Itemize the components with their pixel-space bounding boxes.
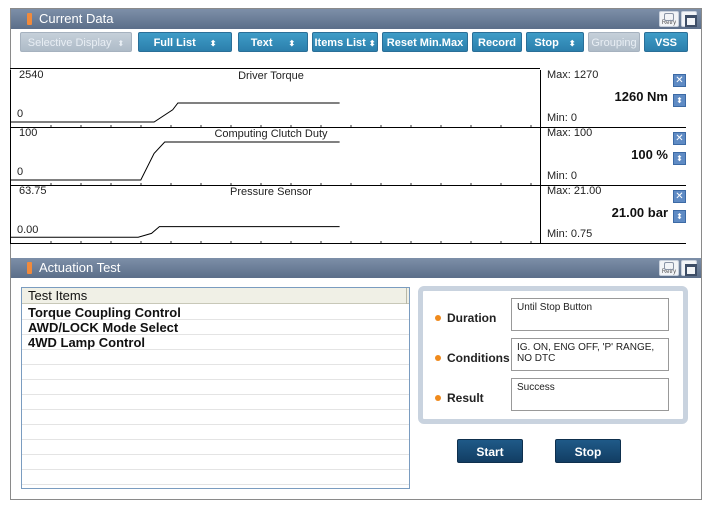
orange-dot-icon <box>435 394 441 401</box>
empty-list-row <box>22 410 409 425</box>
stop-button[interactable]: Stop <box>555 439 621 463</box>
updown-icon: ⬍ <box>288 39 296 48</box>
graph-name: Computing Clutch Duty <box>214 128 328 140</box>
list-item[interactable]: AWD/LOCK Mode Select <box>22 320 409 335</box>
graph-stats: Max: 21.00 21.00 bar Min: 0.75 ✕ ⬍ <box>540 185 686 244</box>
reset-min-max-button[interactable]: Reset Min.Max <box>382 32 468 52</box>
empty-list-row <box>22 350 409 365</box>
updown-icon: ⬍ <box>368 39 376 48</box>
empty-list-row <box>22 455 409 470</box>
list-item[interactable]: 4WD Lamp Control <box>22 335 409 350</box>
graph-trace-line <box>11 102 340 123</box>
restore-window-icon[interactable] <box>681 260 697 276</box>
graph-pressure-sensor: 63.75 0.00 Pressure Sensor Max: 21.00 21… <box>10 185 686 244</box>
full-list-dropdown[interactable]: Full List ⬍ <box>138 32 232 52</box>
test-detail-panel: Duration Until Stop Button Conditions IG… <box>418 286 688 424</box>
conditions-label: Conditions <box>435 351 510 365</box>
graph-axis-min: 0.00 <box>17 224 39 236</box>
graph-trace-line <box>11 226 340 238</box>
graph-max-value: Max: 1270 <box>547 69 599 81</box>
empty-list-row <box>22 395 409 410</box>
graph-current-value: 100 % <box>631 147 668 162</box>
actuation-test-title: Actuation Test <box>39 260 121 275</box>
graph-name: Pressure Sensor <box>230 186 312 198</box>
current-data-graphs: 2540 0 Driver Torque Max: 1270 1260 Nm M… <box>10 68 686 256</box>
empty-list-row <box>22 425 409 440</box>
start-button[interactable]: Start <box>457 439 523 463</box>
current-data-titlebar: Current Data Retry <box>11 9 701 29</box>
updown-icon: ⬍ <box>117 39 125 48</box>
graph-trace-line <box>11 141 340 181</box>
graph-axis-min: 0 <box>17 166 24 178</box>
graph-driver-torque: 2540 0 Driver Torque Max: 1270 1260 Nm M… <box>10 68 686 128</box>
current-data-title: Current Data <box>39 11 114 26</box>
test-items-header: Test Items <box>22 288 409 304</box>
grouping-button[interactable]: Grouping <box>588 32 640 52</box>
close-icon[interactable]: ✕ <box>673 132 686 145</box>
graph-max-value: Max: 100 <box>547 127 593 139</box>
empty-list-row <box>22 380 409 395</box>
section-marker-icon <box>27 13 32 25</box>
test-items-list: Test Items Torque Coupling Control AWD/LO… <box>21 287 410 489</box>
graph-current-value: 21.00 bar <box>611 205 668 220</box>
graph-plot-area: 2540 0 Driver Torque <box>10 69 540 128</box>
graph-plot-area: 63.75 0.00 Pressure Sensor <box>10 185 540 244</box>
section-marker-icon <box>27 262 32 274</box>
empty-list-row <box>22 365 409 380</box>
graph-top-border <box>10 68 540 69</box>
graph-plot-area: 100 0 Computing Clutch Duty <box>10 127 540 186</box>
record-button[interactable]: Record <box>472 32 522 52</box>
conditions-value: IG. ON, ENG OFF, 'P' RANGE, NO DTC <box>511 338 669 371</box>
up-down-arrow-icon[interactable]: ⬍ <box>673 210 686 223</box>
graph-min-value: Min: 0.75 <box>547 228 593 240</box>
duration-value: Until Stop Button <box>511 298 669 331</box>
orange-dot-icon <box>435 314 441 321</box>
duration-label: Duration <box>435 311 496 325</box>
updown-icon: ⬍ <box>209 39 217 48</box>
retry-icon[interactable]: Retry <box>659 260 679 276</box>
items-list-dropdown[interactable]: Items List ⬍ <box>312 32 378 52</box>
up-down-arrow-icon[interactable]: ⬍ <box>673 94 686 107</box>
restore-window-icon[interactable] <box>681 11 697 27</box>
result-value: Success <box>511 378 669 411</box>
vss-button[interactable]: VSS <box>644 32 688 52</box>
graph-min-value: Min: 0 <box>547 170 577 182</box>
up-down-arrow-icon[interactable]: ⬍ <box>673 152 686 165</box>
orange-dot-icon <box>435 354 441 361</box>
graph-axis-max: 2540 <box>19 69 44 81</box>
app-window: Current Data Retry Actuation Test Retry … <box>0 0 712 510</box>
graph-name: Driver Torque <box>238 70 304 82</box>
stop-dropdown[interactable]: Stop ⬍ <box>526 32 584 52</box>
graph-min-value: Min: 0 <box>547 112 577 124</box>
graph-computing-clutch-duty: 100 0 Computing Clutch Duty Max: 100 100… <box>10 127 686 186</box>
actuation-test-titlebar: Actuation Test Retry <box>11 258 701 278</box>
graph-max-value: Max: 21.00 <box>547 185 602 197</box>
result-label: Result <box>435 391 484 405</box>
graph-current-value: 1260 Nm <box>614 89 668 104</box>
updown-icon: ⬍ <box>568 39 576 48</box>
graph-axis-min: 0 <box>17 108 24 120</box>
close-icon[interactable]: ✕ <box>673 74 686 87</box>
graph-stats: Max: 1270 1260 Nm Min: 0 ✕ ⬍ <box>540 69 686 128</box>
selective-display-dropdown[interactable]: Selective Display ⬍ <box>20 32 132 52</box>
retry-icon[interactable]: Retry <box>659 11 679 27</box>
empty-list-row <box>22 440 409 455</box>
list-item[interactable]: Torque Coupling Control <box>22 305 409 320</box>
graph-axis-max: 63.75 <box>19 185 47 197</box>
graph-stats: Max: 100 100 % Min: 0 ✕ ⬍ <box>540 127 686 186</box>
graph-axis-max: 100 <box>19 127 38 139</box>
close-icon[interactable]: ✕ <box>673 190 686 203</box>
text-dropdown[interactable]: Text ⬍ <box>238 32 308 52</box>
empty-list-row <box>22 470 409 485</box>
